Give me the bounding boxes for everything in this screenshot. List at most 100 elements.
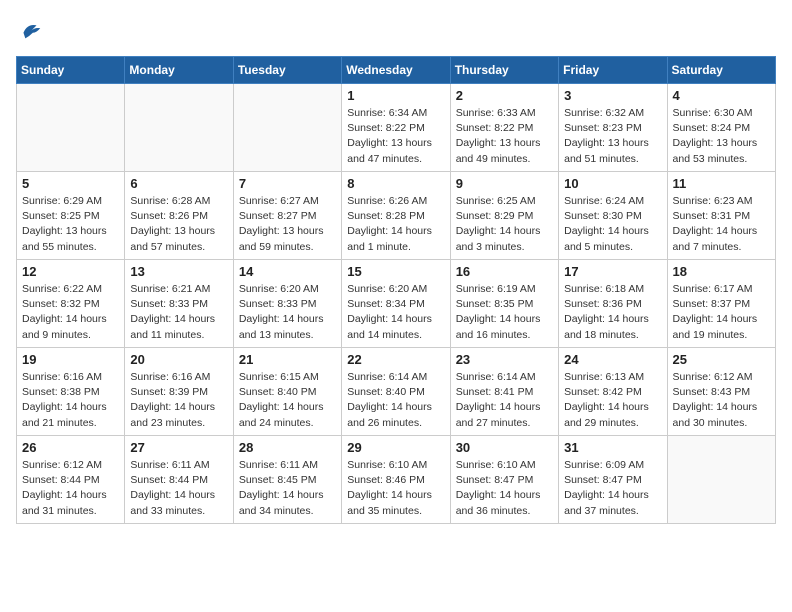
calendar-cell: 13 Sunrise: 6:21 AM Sunset: 8:33 PM Dayli… bbox=[125, 260, 233, 348]
day-number: 13 bbox=[130, 264, 227, 279]
calendar-week-row: 5 Sunrise: 6:29 AM Sunset: 8:25 PM Daylig… bbox=[17, 172, 776, 260]
day-number: 23 bbox=[456, 352, 553, 367]
column-header-monday: Monday bbox=[125, 57, 233, 84]
calendar-cell: 7 Sunrise: 6:27 AM Sunset: 8:27 PM Daylig… bbox=[233, 172, 341, 260]
day-info: Sunrise: 6:12 AM Sunset: 8:43 PM Dayligh… bbox=[673, 370, 770, 431]
column-header-thursday: Thursday bbox=[450, 57, 558, 84]
day-info: Sunrise: 6:18 AM Sunset: 8:36 PM Dayligh… bbox=[564, 282, 661, 343]
column-header-tuesday: Tuesday bbox=[233, 57, 341, 84]
calendar-cell: 23 Sunrise: 6:14 AM Sunset: 8:41 PM Dayli… bbox=[450, 348, 558, 436]
day-number: 26 bbox=[22, 440, 119, 455]
day-info: Sunrise: 6:14 AM Sunset: 8:41 PM Dayligh… bbox=[456, 370, 553, 431]
day-number: 22 bbox=[347, 352, 444, 367]
day-info: Sunrise: 6:29 AM Sunset: 8:25 PM Dayligh… bbox=[22, 194, 119, 255]
calendar-cell: 5 Sunrise: 6:29 AM Sunset: 8:25 PM Daylig… bbox=[17, 172, 125, 260]
day-number: 7 bbox=[239, 176, 336, 191]
day-number: 17 bbox=[564, 264, 661, 279]
calendar-cell bbox=[17, 84, 125, 172]
day-number: 2 bbox=[456, 88, 553, 103]
day-number: 18 bbox=[673, 264, 770, 279]
calendar-cell: 16 Sunrise: 6:19 AM Sunset: 8:35 PM Dayli… bbox=[450, 260, 558, 348]
day-info: Sunrise: 6:17 AM Sunset: 8:37 PM Dayligh… bbox=[673, 282, 770, 343]
calendar-cell: 18 Sunrise: 6:17 AM Sunset: 8:37 PM Dayli… bbox=[667, 260, 775, 348]
calendar-cell: 4 Sunrise: 6:30 AM Sunset: 8:24 PM Daylig… bbox=[667, 84, 775, 172]
day-info: Sunrise: 6:16 AM Sunset: 8:38 PM Dayligh… bbox=[22, 370, 119, 431]
day-number: 1 bbox=[347, 88, 444, 103]
calendar-cell: 1Sunrise: 6:34 AM Sunset: 8:22 PM Daylig… bbox=[342, 84, 450, 172]
day-number: 20 bbox=[130, 352, 227, 367]
day-info: Sunrise: 6:20 AM Sunset: 8:34 PM Dayligh… bbox=[347, 282, 444, 343]
day-number: 14 bbox=[239, 264, 336, 279]
day-info: Sunrise: 6:12 AM Sunset: 8:44 PM Dayligh… bbox=[22, 458, 119, 519]
day-info: Sunrise: 6:30 AM Sunset: 8:24 PM Dayligh… bbox=[673, 106, 770, 167]
calendar-cell bbox=[233, 84, 341, 172]
day-info: Sunrise: 6:13 AM Sunset: 8:42 PM Dayligh… bbox=[564, 370, 661, 431]
calendar-week-row: 19 Sunrise: 6:16 AM Sunset: 8:38 PM Dayli… bbox=[17, 348, 776, 436]
calendar-week-row: 12 Sunrise: 6:22 AM Sunset: 8:32 PM Dayli… bbox=[17, 260, 776, 348]
page-header bbox=[16, 16, 776, 44]
day-info: Sunrise: 6:14 AM Sunset: 8:40 PM Dayligh… bbox=[347, 370, 444, 431]
day-info: Sunrise: 6:26 AM Sunset: 8:28 PM Dayligh… bbox=[347, 194, 444, 255]
day-number: 8 bbox=[347, 176, 444, 191]
column-header-saturday: Saturday bbox=[667, 57, 775, 84]
calendar-cell: 9Sunrise: 6:25 AM Sunset: 8:29 PM Daylig… bbox=[450, 172, 558, 260]
calendar-cell: 17 Sunrise: 6:18 AM Sunset: 8:36 PM Dayli… bbox=[559, 260, 667, 348]
calendar-cell: 6 Sunrise: 6:28 AM Sunset: 8:26 PM Daylig… bbox=[125, 172, 233, 260]
day-number: 27 bbox=[130, 440, 227, 455]
calendar-cell: 22 Sunrise: 6:14 AM Sunset: 8:40 PM Dayli… bbox=[342, 348, 450, 436]
day-info: Sunrise: 6:09 AM Sunset: 8:47 PM Dayligh… bbox=[564, 458, 661, 519]
calendar-cell: 8 Sunrise: 6:26 AM Sunset: 8:28 PM Daylig… bbox=[342, 172, 450, 260]
column-header-friday: Friday bbox=[559, 57, 667, 84]
day-number: 30 bbox=[456, 440, 553, 455]
day-number: 4 bbox=[673, 88, 770, 103]
calendar-cell: 10 Sunrise: 6:24 AM Sunset: 8:30 PM Dayli… bbox=[559, 172, 667, 260]
calendar-cell: 31Sunrise: 6:09 AM Sunset: 8:47 PM Dayli… bbox=[559, 436, 667, 524]
calendar-cell: 25 Sunrise: 6:12 AM Sunset: 8:43 PM Dayli… bbox=[667, 348, 775, 436]
calendar-week-row: 26 Sunrise: 6:12 AM Sunset: 8:44 PM Dayli… bbox=[17, 436, 776, 524]
column-header-sunday: Sunday bbox=[17, 57, 125, 84]
day-info: Sunrise: 6:27 AM Sunset: 8:27 PM Dayligh… bbox=[239, 194, 336, 255]
calendar-cell: 3 Sunrise: 6:32 AM Sunset: 8:23 PM Daylig… bbox=[559, 84, 667, 172]
day-info: Sunrise: 6:24 AM Sunset: 8:30 PM Dayligh… bbox=[564, 194, 661, 255]
day-number: 25 bbox=[673, 352, 770, 367]
calendar-week-row: 1Sunrise: 6:34 AM Sunset: 8:22 PM Daylig… bbox=[17, 84, 776, 172]
calendar-cell: 2Sunrise: 6:33 AM Sunset: 8:22 PM Daylig… bbox=[450, 84, 558, 172]
day-info: Sunrise: 6:28 AM Sunset: 8:26 PM Dayligh… bbox=[130, 194, 227, 255]
day-number: 16 bbox=[456, 264, 553, 279]
calendar-cell: 27 Sunrise: 6:11 AM Sunset: 8:44 PM Dayli… bbox=[125, 436, 233, 524]
calendar-cell: 20Sunrise: 6:16 AM Sunset: 8:39 PM Dayli… bbox=[125, 348, 233, 436]
day-number: 29 bbox=[347, 440, 444, 455]
logo-bird-icon bbox=[16, 16, 44, 44]
calendar-header-row: SundayMondayTuesdayWednesdayThursdayFrid… bbox=[17, 57, 776, 84]
day-info: Sunrise: 6:20 AM Sunset: 8:33 PM Dayligh… bbox=[239, 282, 336, 343]
calendar-cell: 21 Sunrise: 6:15 AM Sunset: 8:40 PM Dayli… bbox=[233, 348, 341, 436]
day-info: Sunrise: 6:21 AM Sunset: 8:33 PM Dayligh… bbox=[130, 282, 227, 343]
day-number: 6 bbox=[130, 176, 227, 191]
day-number: 15 bbox=[347, 264, 444, 279]
day-info: Sunrise: 6:15 AM Sunset: 8:40 PM Dayligh… bbox=[239, 370, 336, 431]
day-number: 19 bbox=[22, 352, 119, 367]
day-number: 21 bbox=[239, 352, 336, 367]
day-info: Sunrise: 6:23 AM Sunset: 8:31 PM Dayligh… bbox=[673, 194, 770, 255]
day-info: Sunrise: 6:22 AM Sunset: 8:32 PM Dayligh… bbox=[22, 282, 119, 343]
calendar-cell: 28Sunrise: 6:11 AM Sunset: 8:45 PM Dayli… bbox=[233, 436, 341, 524]
day-number: 9 bbox=[456, 176, 553, 191]
day-number: 12 bbox=[22, 264, 119, 279]
day-info: Sunrise: 6:32 AM Sunset: 8:23 PM Dayligh… bbox=[564, 106, 661, 167]
day-number: 11 bbox=[673, 176, 770, 191]
calendar-cell: 14 Sunrise: 6:20 AM Sunset: 8:33 PM Dayli… bbox=[233, 260, 341, 348]
day-info: Sunrise: 6:11 AM Sunset: 8:45 PM Dayligh… bbox=[239, 458, 336, 519]
calendar-cell bbox=[125, 84, 233, 172]
day-info: Sunrise: 6:19 AM Sunset: 8:35 PM Dayligh… bbox=[456, 282, 553, 343]
day-number: 5 bbox=[22, 176, 119, 191]
day-number: 3 bbox=[564, 88, 661, 103]
day-number: 10 bbox=[564, 176, 661, 191]
day-number: 24 bbox=[564, 352, 661, 367]
calendar-cell: 12 Sunrise: 6:22 AM Sunset: 8:32 PM Dayli… bbox=[17, 260, 125, 348]
day-info: Sunrise: 6:11 AM Sunset: 8:44 PM Dayligh… bbox=[130, 458, 227, 519]
calendar-cell: 19 Sunrise: 6:16 AM Sunset: 8:38 PM Dayli… bbox=[17, 348, 125, 436]
calendar-table: SundayMondayTuesdayWednesdayThursdayFrid… bbox=[16, 56, 776, 524]
calendar-cell bbox=[667, 436, 775, 524]
day-info: Sunrise: 6:10 AM Sunset: 8:46 PM Dayligh… bbox=[347, 458, 444, 519]
calendar-cell: 24 Sunrise: 6:13 AM Sunset: 8:42 PM Dayli… bbox=[559, 348, 667, 436]
